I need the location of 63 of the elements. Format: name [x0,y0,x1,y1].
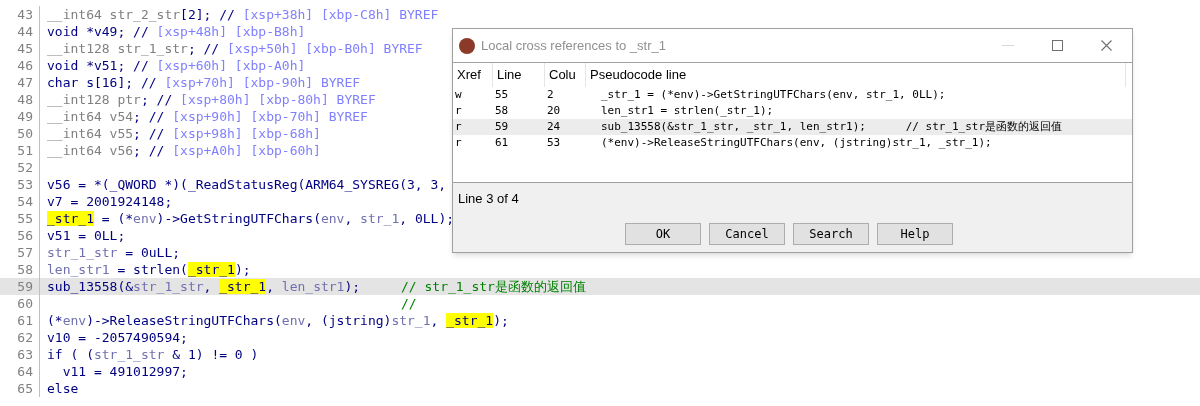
column-header[interactable]: Pseudocode line [586,63,1126,87]
dialog-button[interactable]: Help [877,223,953,245]
code-line: __int64 v56; // [xsp+A0h] [xbp-60h] [47,142,321,159]
column-header[interactable]: Colu [545,63,586,87]
line-number: 49 [16,108,33,125]
dialog-button[interactable]: OK [625,223,701,245]
column-header[interactable]: Xref [453,63,493,87]
line-number: 43 [16,6,33,23]
app-icon [459,37,475,54]
code-line: sub_13558(&str_1_str, _str_1, len_str1); [47,278,362,295]
dialog-button[interactable]: Search [793,223,869,245]
code-line: __int128 str_1_str; // [xsp+50h] [xbp-B0h] BYREF [47,40,423,57]
table-row[interactable]: r 61 53 (*env)->ReleaseStringUTFChars(env, (jstring)str_1, _str_1); [453,135,1132,151]
line-number: 59 [16,278,33,295]
line-number: 56 [16,227,33,244]
line-number: 52 [16,159,33,176]
code-line: __int64 v55; // [xsp+98h] [xbp-68h] [47,125,321,142]
line-number: 64 [16,363,33,380]
code-line: char s[16]; // [xsp+70h] [xbp-90h] BYREF [47,74,361,91]
line-number: 60 [16,295,33,312]
code-line: str_1_str = 0uLL; [47,244,181,261]
line-number: 50 [16,125,33,142]
code-comment: // str_1_str是函数的返回值 [401,278,586,295]
code-line: __int64 str_2_str[2]; // [xsp+38h] [xbp-C8h] BYREF [47,6,439,23]
line-number: 53 [16,176,33,193]
dialog-button[interactable]: Cancel [709,223,785,245]
code-line: else [47,380,79,397]
line-number: 58 [16,261,33,278]
code-line: __int128 ptr; // [xsp+80h] [xbp-80h] BYREF [47,91,376,108]
line-number: 47 [16,74,33,91]
column-header[interactable]: Line [493,63,545,87]
code-line: void *v51; // [xsp+60h] [xbp-A0h] [47,57,306,74]
line-number: 62 [16,329,33,346]
table-row[interactable]: r 58 20 len_str1 = strlen(_str_1); [453,103,1132,119]
table-row[interactable]: w 55 2 _str_1 = (*env)->GetStringUTFChars(env, str_1, 0LL); [453,87,1132,103]
code-line: v7 = 2001924148; [47,193,173,210]
code-line: (*env)->ReleaseStringUTFChars(env, (jstring)str_1, _str_1); [47,312,509,329]
code-line: v56 = *(_QWORD *)(_ReadStatusReg(ARM64_SYSREG(3, 3, [47,176,447,193]
code-line: if ( (str_1_str & 1) != 0 ) [47,346,259,363]
line-number: 61 [16,312,33,329]
line-number: 54 [16,193,33,210]
window-title: Local cross references to _str_1 [481,36,666,55]
code-line: v10 = -2057490594; [47,329,188,346]
table-row[interactable]: r 59 24 sub_13558(&str_1_str, _str_1, len_str1); // str_1_str是函数的返回值 [453,119,1132,135]
line-number: 55 [16,210,33,227]
line-number: 65 [16,380,33,397]
code-line: v11 = 491012997; [61,363,188,380]
line-number: 48 [16,91,33,108]
code-line: len_str1 = strlen(_str_1); [47,261,251,278]
close-icon[interactable] [1101,40,1112,51]
line-number: 51 [16,142,33,159]
code-line: _str_1 = (*env)->GetStringUTFChars(env, str_1, 0LL); [47,210,455,227]
code-line: v51 = 0LL; [47,227,126,244]
maximize-icon[interactable] [1052,40,1063,51]
code-line: void *v49; // [xsp+48h] [xbp-B8h] [47,23,306,40]
code-comment: // [401,295,417,312]
code-line: __int64 v54; // [xsp+90h] [xbp-70h] BYREF [47,108,368,125]
line-number: 57 [16,244,33,261]
line-number: 63 [16,346,33,363]
line-number: 45 [16,40,33,57]
line-number: 44 [16,23,33,40]
status-text: Line 3 of 4 [457,190,520,208]
line-number: 46 [16,57,33,74]
